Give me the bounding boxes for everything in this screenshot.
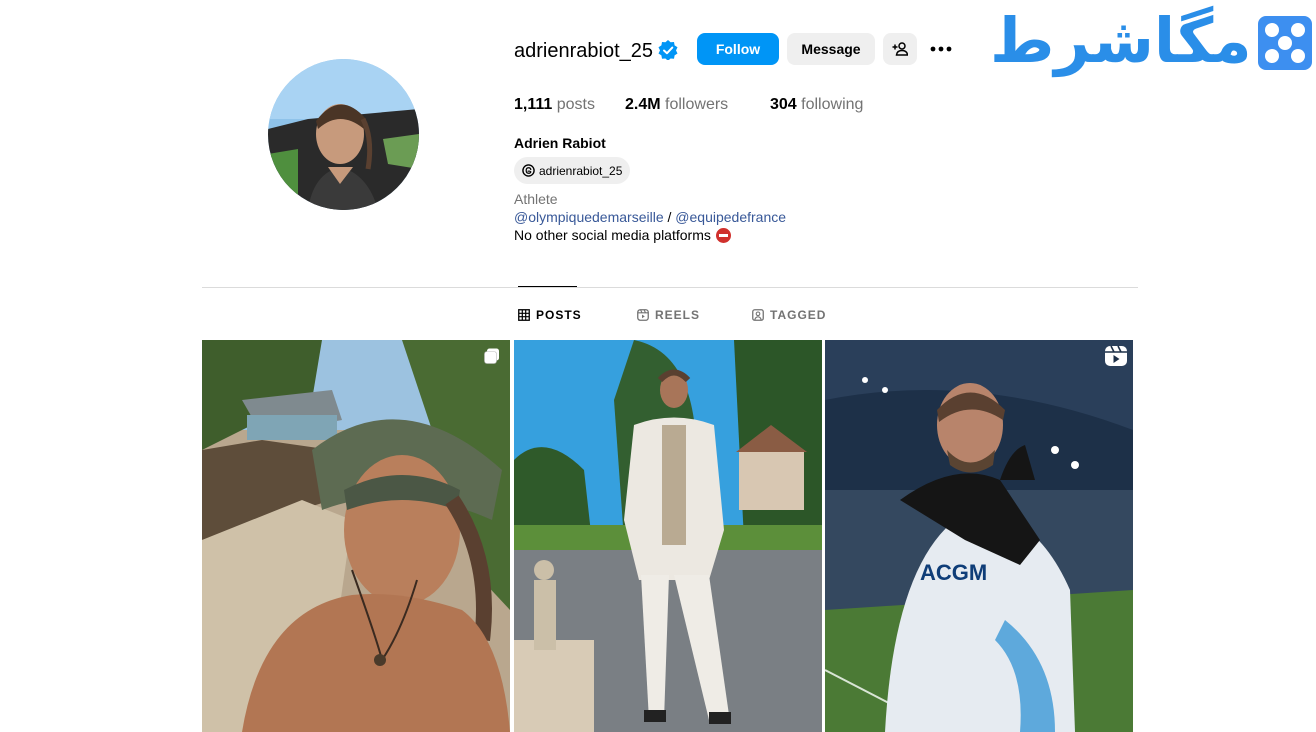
followers-stat[interactable]: 2.4M followers [625, 95, 728, 115]
post-tile-1[interactable] [202, 340, 510, 732]
svg-text:ACGM: ACGM [920, 560, 987, 585]
profile-category: Athlete [514, 191, 558, 207]
following-stat[interactable]: 304 following [770, 95, 863, 115]
tabs-divider [202, 287, 1138, 288]
profile-avatar[interactable] [268, 59, 419, 210]
message-button[interactable]: Message [787, 33, 875, 65]
posts-count-stat: 1,111 posts [514, 95, 595, 115]
tab-posts-label: POSTS [536, 308, 582, 322]
more-options-button[interactable] [925, 33, 957, 65]
post-photo-2 [514, 340, 822, 732]
follow-button[interactable]: Follow [697, 33, 779, 65]
post-tile-3[interactable]: ACGM [825, 340, 1133, 732]
person-add-icon [892, 42, 908, 56]
following-label: following [801, 96, 864, 113]
grid-icon [518, 309, 530, 321]
bio-mentions: @olympiquedemarseille / @equipedefrance [514, 209, 786, 225]
tab-reels-label: REELS [655, 308, 701, 322]
mention-equipedefrance[interactable]: @equipedefrance [675, 209, 786, 225]
post-photo-3: ACGM [825, 340, 1133, 732]
reel-icon [1105, 345, 1127, 366]
no-entry-emoji-icon [715, 227, 731, 243]
bio-text-line: No other social media platforms [514, 227, 731, 243]
threads-link[interactable]: adrienrabiot_25 [514, 157, 631, 184]
reels-icon [637, 309, 649, 321]
tab-tagged-label: TAGGED [770, 308, 827, 322]
watermark-text: مگاشرط [990, 4, 1254, 77]
threads-icon [522, 164, 535, 177]
active-tab-indicator [518, 286, 577, 287]
watermark-logo: مگاشرط [990, 4, 1312, 84]
carousel-icon [484, 348, 499, 364]
posts-count: 1,111 [514, 96, 553, 113]
tagged-icon [752, 309, 764, 321]
suggested-accounts-button[interactable] [883, 33, 917, 65]
tab-reels[interactable]: REELS [637, 307, 700, 323]
threads-handle: adrienrabiot_25 [539, 163, 623, 178]
followers-count: 2.4M [625, 96, 661, 113]
followers-label: followers [665, 96, 729, 113]
profile-full-name: Adrien Rabiot [514, 135, 606, 151]
profile-username: adrienrabiot_25 [514, 40, 653, 62]
dice-logo-icon [1258, 16, 1312, 70]
bio-separator: / [663, 209, 676, 225]
bio-text: No other social media platforms [514, 227, 711, 243]
verified-badge-icon [658, 40, 678, 60]
tab-posts[interactable]: POSTS [518, 307, 582, 323]
following-count: 304 [770, 96, 797, 113]
mention-olympiquedemarseille[interactable]: @olympiquedemarseille [514, 209, 664, 225]
tab-tagged[interactable]: TAGGED [752, 307, 826, 323]
avatar-photo [268, 59, 419, 210]
more-options-icon [930, 46, 952, 52]
post-photo-1 [202, 340, 510, 732]
posts-label: posts [556, 96, 595, 113]
post-tile-2[interactable] [514, 340, 822, 732]
